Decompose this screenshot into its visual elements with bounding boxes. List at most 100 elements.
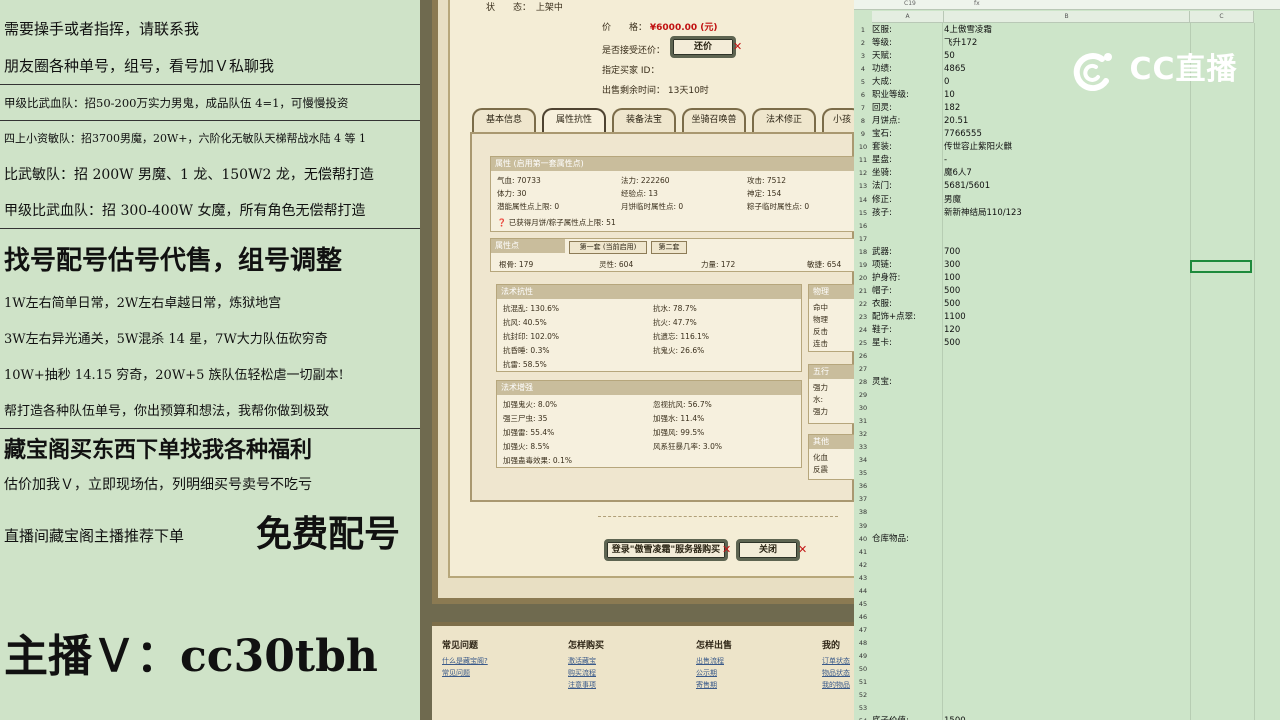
- footer-link[interactable]: 物品状态: [822, 667, 850, 679]
- cell-b[interactable]: 120: [944, 324, 1184, 337]
- cell-b[interactable]: [944, 402, 1184, 415]
- cell-b[interactable]: 182: [944, 102, 1184, 115]
- column-header-a[interactable]: A: [872, 11, 944, 23]
- cell-a[interactable]: 大成:: [872, 76, 942, 89]
- cell-a[interactable]: 区服:: [872, 24, 942, 37]
- footer-link[interactable]: 订单状态: [822, 655, 850, 667]
- cell-a[interactable]: 月饼点:: [872, 115, 942, 128]
- cell-a[interactable]: [872, 585, 942, 598]
- cell-a[interactable]: [872, 454, 942, 467]
- cell-b[interactable]: 500: [944, 285, 1184, 298]
- cell-a[interactable]: 护身符:: [872, 272, 942, 285]
- cell-b[interactable]: [944, 428, 1184, 441]
- cell-a[interactable]: [872, 650, 942, 663]
- name-box[interactable]: C19: [904, 0, 916, 7]
- cell-a[interactable]: [872, 559, 942, 572]
- row-header[interactable]: 22: [854, 297, 872, 311]
- cell-a[interactable]: 仓库物品:: [872, 533, 942, 546]
- cell-a[interactable]: [872, 402, 942, 415]
- points-set-1-tab[interactable]: 第一套 (当前启用): [569, 241, 647, 254]
- cell-b[interactable]: [944, 506, 1184, 519]
- row-header[interactable]: 16: [854, 219, 872, 233]
- row-header[interactable]: 20: [854, 271, 872, 285]
- row-header[interactable]: 38: [854, 506, 872, 520]
- cell-a[interactable]: [872, 598, 942, 611]
- cell-b[interactable]: 1500: [944, 715, 1184, 720]
- footer-link[interactable]: 注意事项: [568, 679, 604, 691]
- row-header[interactable]: 23: [854, 310, 872, 324]
- row-header[interactable]: 50: [854, 662, 872, 676]
- row-header[interactable]: 43: [854, 571, 872, 585]
- cell-b[interactable]: 5681/5601: [944, 180, 1184, 193]
- cell-a[interactable]: 孩子:: [872, 207, 942, 220]
- cell-a[interactable]: [872, 611, 942, 624]
- cell-b[interactable]: 500: [944, 298, 1184, 311]
- row-header[interactable]: 37: [854, 493, 872, 507]
- cell-b[interactable]: [944, 689, 1184, 702]
- row-header[interactable]: 28: [854, 376, 872, 390]
- cell-b[interactable]: 7766555: [944, 128, 1184, 141]
- row-header[interactable]: 45: [854, 597, 872, 611]
- cell-b[interactable]: [944, 454, 1184, 467]
- row-header[interactable]: 11: [854, 154, 872, 168]
- cell-a[interactable]: [872, 493, 942, 506]
- cell-a[interactable]: 宝石:: [872, 128, 942, 141]
- row-header[interactable]: 13: [854, 180, 872, 194]
- footer-link[interactable]: 我的物品: [822, 679, 850, 691]
- cell-b[interactable]: 男魔: [944, 194, 1184, 207]
- row-header[interactable]: 29: [854, 389, 872, 403]
- row-header[interactable]: 17: [854, 232, 872, 246]
- cell-a[interactable]: [872, 389, 942, 402]
- cell-b[interactable]: [944, 650, 1184, 663]
- cell-a[interactable]: 底子价值:: [872, 715, 942, 720]
- cell-b[interactable]: 4上傲雪凌霜: [944, 24, 1184, 37]
- tab-mounts[interactable]: 坐骑召唤兽: [682, 108, 746, 132]
- row-header[interactable]: 4: [854, 63, 872, 77]
- row-header[interactable]: 39: [854, 519, 872, 533]
- row-header[interactable]: 8: [854, 115, 872, 129]
- cell-a[interactable]: [872, 363, 942, 376]
- cell-b[interactable]: [944, 533, 1184, 546]
- row-header[interactable]: 24: [854, 323, 872, 337]
- cell-a[interactable]: [872, 637, 942, 650]
- row-header[interactable]: 12: [854, 167, 872, 181]
- cell-a[interactable]: 配饰+点翠:: [872, 311, 942, 324]
- cell-b[interactable]: -: [944, 154, 1184, 167]
- row-header[interactable]: 51: [854, 676, 872, 689]
- cell-a[interactable]: 帽子:: [872, 285, 942, 298]
- row-header[interactable]: 3: [854, 50, 872, 64]
- cell-b[interactable]: [944, 441, 1184, 454]
- cell-a[interactable]: 灵宝:: [872, 376, 942, 389]
- cell-a[interactable]: [872, 415, 942, 428]
- cell-a[interactable]: [872, 506, 942, 519]
- cell-a[interactable]: [872, 572, 942, 585]
- footer-link[interactable]: 出售流程: [696, 655, 732, 667]
- cell-a[interactable]: 天赋:: [872, 50, 942, 63]
- footer-link[interactable]: 激活藏宝: [568, 655, 604, 667]
- cell-b[interactable]: [944, 376, 1184, 389]
- footer-link[interactable]: 什么是藏宝阁?: [442, 655, 488, 667]
- row-header[interactable]: 52: [854, 689, 872, 703]
- cell-b[interactable]: 300: [944, 259, 1184, 272]
- row-header[interactable]: 33: [854, 441, 872, 455]
- cell-b[interactable]: [944, 350, 1184, 363]
- row-header[interactable]: 21: [854, 284, 872, 298]
- cell-a[interactable]: [872, 220, 942, 233]
- row-header[interactable]: 27: [854, 363, 872, 377]
- cell-b[interactable]: [944, 493, 1184, 506]
- cell-b[interactable]: [944, 415, 1184, 428]
- cell-a[interactable]: 衣服:: [872, 298, 942, 311]
- cell-a[interactable]: 修正:: [872, 194, 942, 207]
- cell-a[interactable]: [872, 428, 942, 441]
- cell-a[interactable]: 法门:: [872, 180, 942, 193]
- cell-a[interactable]: [872, 702, 942, 715]
- cell-a[interactable]: [872, 233, 942, 246]
- row-header[interactable]: 6: [854, 89, 872, 103]
- cell-b[interactable]: [944, 702, 1184, 715]
- cell-b[interactable]: 1100: [944, 311, 1184, 324]
- cell-b[interactable]: [944, 663, 1184, 676]
- cell-a[interactable]: [872, 689, 942, 702]
- cell-a[interactable]: [872, 480, 942, 493]
- cell-a[interactable]: 回灵:: [872, 102, 942, 115]
- tab-children[interactable]: 小孩: [822, 108, 854, 132]
